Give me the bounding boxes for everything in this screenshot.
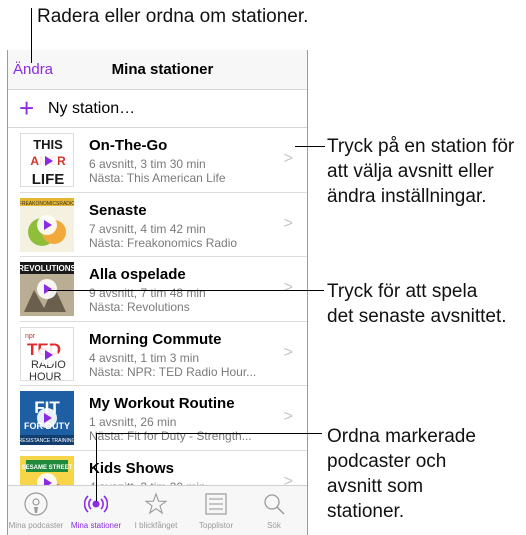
callout-play-line: Tryck för att spela bbox=[327, 281, 478, 302]
station-title: Alla ospelade bbox=[89, 266, 186, 283]
navigation-bar: Ändra Mina stationer bbox=[8, 50, 307, 90]
callout-station-line: Tryck på en station för bbox=[327, 136, 515, 157]
tab-my-podcasts[interactable]: Mina podcaster bbox=[8, 486, 66, 535]
callout-edit-line bbox=[31, 8, 32, 63]
callout-order-line: stationer. bbox=[327, 501, 405, 522]
svg-text:npr: npr bbox=[25, 333, 36, 340]
station-row-morning-commute[interactable]: npr TED RADIO HOUR Morning Commute 4 avs… bbox=[20, 322, 307, 386]
callout-edit: Radera eller ordna om stationer. bbox=[37, 6, 309, 27]
tab-label: Sök bbox=[267, 521, 281, 530]
plus-icon: + bbox=[19, 93, 35, 123]
page-title: Mina stationer bbox=[111, 61, 214, 78]
play-icon[interactable] bbox=[37, 408, 57, 428]
station-episodes: 6 avsnitt, 3 tim 30 min bbox=[89, 157, 206, 171]
chevron-right-icon: > bbox=[283, 408, 293, 425]
podcast-artwork: npr TED RADIO HOUR bbox=[20, 326, 74, 381]
new-station-label: Ny station… bbox=[48, 100, 136, 117]
callout-order-line-vertical bbox=[96, 433, 97, 501]
station-episodes: 9 avsnitt, 7 tim 48 min bbox=[89, 286, 206, 300]
tab-label: I blickfånget bbox=[134, 521, 178, 530]
svg-text:REVOLUTIONS: REVOLUTIONS bbox=[20, 264, 74, 273]
callout-play: Tryck för att spela det senaste avsnitte… bbox=[327, 279, 507, 329]
station-title: My Workout Routine bbox=[89, 395, 235, 412]
callout-station: Tryck på en station för att välja avsnit… bbox=[327, 134, 514, 209]
station-episodes: 7 avsnitt, 4 tim 42 min bbox=[89, 221, 206, 236]
play-icon[interactable] bbox=[38, 344, 58, 365]
tab-label: Mina stationer bbox=[70, 521, 122, 530]
tab-top-charts[interactable]: Topplistor bbox=[186, 486, 246, 535]
station-title: Senaste bbox=[89, 201, 147, 219]
callout-play-line-pointer bbox=[48, 290, 324, 291]
chevron-right-icon: > bbox=[283, 150, 293, 167]
podcast-artwork: FREAKONOMICSRADIO bbox=[20, 197, 74, 252]
tab-bar: Mina podcaster Mina stationer I blickfån… bbox=[8, 485, 307, 535]
station-title: Morning Commute bbox=[89, 330, 222, 348]
station-list: THIS AMER LIFE On-The-Go 6 avsnitt, 3 ti… bbox=[8, 128, 307, 515]
callout-station-line-pointer bbox=[295, 146, 325, 147]
callout-play-line: det senaste avsnittet. bbox=[327, 306, 507, 327]
star-icon bbox=[144, 492, 168, 515]
chevron-right-icon: > bbox=[283, 279, 293, 296]
tab-search[interactable]: Sök bbox=[244, 486, 304, 535]
search-icon bbox=[264, 494, 285, 515]
station-row-my-workout-routine[interactable]: FIT FOR DUTY RESISTANCE TRAINING My Work… bbox=[20, 386, 307, 451]
chevron-right-icon: > bbox=[283, 214, 293, 232]
station-next: Nästa: NPR: TED Radio Hour... bbox=[89, 364, 257, 379]
callout-order-line: avsnitt som bbox=[327, 476, 424, 497]
callout-order-line: podcaster och bbox=[327, 451, 447, 472]
station-next: Nästa: Revolutions bbox=[89, 300, 190, 314]
station-next: Nästa: Fit for Duty - Strength... bbox=[89, 429, 252, 443]
svg-text:LIFE: LIFE bbox=[32, 171, 65, 187]
station-next: Nästa: Freakonomics Radio bbox=[89, 235, 238, 250]
callout-order-line: Ordna markerade bbox=[327, 426, 476, 447]
play-icon[interactable] bbox=[37, 214, 57, 235]
podcast-artwork: REVOLUTIONS bbox=[20, 262, 74, 316]
station-title: On-The-Go bbox=[89, 137, 168, 154]
callout-station-line: att välja avsnitt eller bbox=[327, 161, 494, 182]
chevron-right-icon: > bbox=[283, 343, 293, 361]
station-row-on-the-go[interactable]: THIS AMER LIFE On-The-Go 6 avsnitt, 3 ti… bbox=[20, 128, 307, 193]
station-next: Nästa: This American Life bbox=[89, 171, 226, 185]
svg-text:HOUR: HOUR bbox=[29, 371, 61, 381]
svg-text:FREAKONOMICSRADIO: FREAKONOMICSRADIO bbox=[20, 201, 74, 207]
svg-text:THIS: THIS bbox=[33, 137, 63, 152]
station-row-senaste[interactable]: FREAKONOMICSRADIO Senaste 7 avsnitt, 4 t… bbox=[20, 193, 307, 257]
svg-text:RESISTANCE TRAINING: RESISTANCE TRAINING bbox=[20, 438, 74, 444]
podcast-icon bbox=[24, 492, 48, 516]
tab-featured[interactable]: I blickfånget bbox=[126, 486, 186, 535]
callout-order: Ordna markerade podcaster och avsnitt so… bbox=[327, 424, 476, 524]
station-episodes: 4 avsnitt, 1 tim 3 min bbox=[89, 350, 200, 365]
new-station-row[interactable]: + Ny station… bbox=[8, 90, 307, 128]
station-episodes: 1 avsnitt, 26 min bbox=[89, 415, 177, 429]
podcast-artwork: THIS AMER LIFE bbox=[20, 133, 74, 187]
play-icon[interactable] bbox=[37, 279, 57, 299]
phone-screen: Ändra Mina stationer + Ny station… THIS … bbox=[7, 50, 308, 535]
podcast-artwork: FIT FOR DUTY RESISTANCE TRAINING bbox=[20, 391, 74, 445]
station-title: Kids Shows bbox=[89, 459, 175, 477]
callout-order-line-pointer bbox=[96, 433, 322, 434]
tab-label: Mina podcaster bbox=[8, 521, 64, 530]
play-icon[interactable] bbox=[38, 151, 58, 171]
list-icon bbox=[205, 493, 227, 515]
svg-text:SESAME STREET: SESAME STREET bbox=[22, 465, 73, 471]
callout-station-line: ändra inställningar. bbox=[327, 186, 487, 207]
